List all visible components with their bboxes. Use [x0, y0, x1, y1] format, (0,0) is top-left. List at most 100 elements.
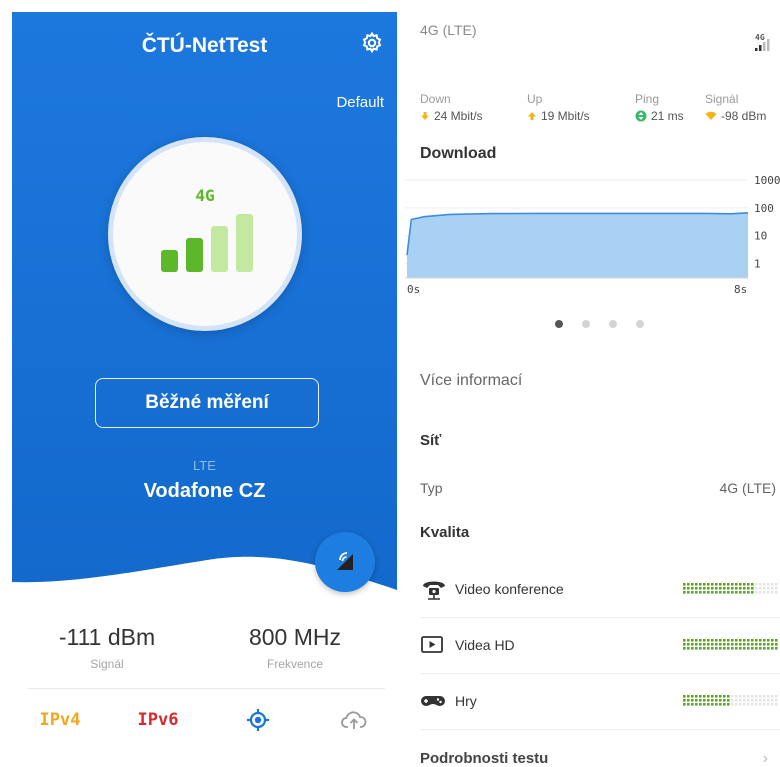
- quality-cell: [703, 643, 706, 646]
- arrow-down-icon: [421, 112, 429, 120]
- quality-cell: [731, 591, 734, 594]
- quality-cell: [755, 583, 758, 586]
- ipv4-tab[interactable]: IPv4: [38, 706, 82, 734]
- metric-down: Down 24 Mbit/s: [420, 92, 483, 123]
- quality-cell: [747, 583, 750, 586]
- signal-bar-3: [211, 226, 228, 272]
- quality-cell: [695, 703, 698, 706]
- quality-cell: [687, 587, 690, 590]
- quality-cell: [771, 643, 774, 646]
- quality-cell: [759, 639, 762, 642]
- operator-name: Vodafone CZ: [143, 480, 266, 502]
- quality-cell: [715, 647, 718, 650]
- quality-cell: [767, 699, 770, 702]
- ping-icon: [635, 110, 647, 122]
- quality-cell: [699, 583, 702, 586]
- pager-dot[interactable]: [609, 320, 617, 328]
- y-tick-label: 10: [754, 230, 767, 243]
- quality-cell: [735, 583, 738, 586]
- quality-cell: [771, 587, 774, 590]
- quality-cell: [751, 647, 754, 650]
- quality-cell: [723, 643, 726, 646]
- quality-cell: [751, 639, 754, 642]
- quality-row-games[interactable]: Hry: [420, 679, 780, 725]
- quality-cell: [731, 643, 734, 646]
- quality-cell: [747, 703, 750, 706]
- gear-icon[interactable]: [360, 31, 384, 55]
- quality-cell: [687, 583, 690, 586]
- signal-label: Signál: [90, 657, 124, 671]
- quality-row-video-hd[interactable]: Videa HD: [420, 623, 780, 669]
- quality-cell: [687, 647, 690, 650]
- quality-cell: [727, 587, 730, 590]
- quality-cell: [763, 639, 766, 642]
- quality-cell: [703, 587, 706, 590]
- quality-cell: [711, 587, 714, 590]
- quality-cell: [687, 695, 690, 698]
- y-tick-label: 1000: [754, 176, 780, 187]
- ipv6-tab[interactable]: IPv6: [134, 706, 182, 734]
- quality-cell: [727, 639, 730, 642]
- profile-label[interactable]: Default: [336, 94, 384, 111]
- quality-cell: [703, 699, 706, 702]
- quality-cell: [723, 699, 726, 702]
- quality-cell: [723, 583, 726, 586]
- quality-cell: [691, 587, 694, 590]
- quality-cell: [767, 695, 770, 698]
- quality-cell: [743, 699, 746, 702]
- location-icon[interactable]: [244, 706, 272, 734]
- quality-cell: [735, 639, 738, 642]
- signal-stat: -111 dBm Signál: [22, 624, 192, 671]
- signal-map-button[interactable]: [315, 532, 375, 592]
- quality-cell: [715, 591, 718, 594]
- quality-cell: [775, 695, 778, 698]
- pager-dot[interactable]: [582, 320, 590, 328]
- metric-ping: Ping 21 ms: [635, 92, 684, 123]
- quality-cell: [759, 703, 762, 706]
- quality-cell: [731, 699, 734, 702]
- quality-cell: [699, 587, 702, 590]
- chevron-right-icon[interactable]: ›: [763, 750, 768, 767]
- start-test-button[interactable]: Běžné měření: [95, 378, 319, 428]
- quality-cell: [707, 703, 710, 706]
- bottom-nav: IPv4 IPv6: [12, 706, 397, 736]
- quality-cell: [775, 643, 778, 646]
- cloud-upload-icon[interactable]: [340, 706, 368, 734]
- quality-cell: [731, 703, 734, 706]
- signal-bars-icon: [161, 208, 261, 272]
- x-tick-label: 8s: [734, 283, 747, 296]
- y-tick-label: 100: [754, 202, 774, 215]
- quality-cell: [695, 699, 698, 702]
- quality-bar: [683, 639, 778, 650]
- quality-row-video-conference[interactable]: Video konference: [420, 567, 780, 613]
- section-network: Síť: [420, 432, 442, 449]
- quality-cell: [747, 695, 750, 698]
- pager-dot[interactable]: [636, 320, 644, 328]
- divider: [420, 729, 780, 730]
- arrow-up-icon: [528, 112, 536, 120]
- quality-cell: [695, 643, 698, 646]
- quality-cell: [727, 643, 730, 646]
- pager-dot[interactable]: [555, 320, 563, 328]
- quality-cell: [719, 587, 722, 590]
- quality-cell: [719, 695, 722, 698]
- y-tick-label: 1: [754, 257, 761, 270]
- quality-cell: [719, 643, 722, 646]
- quality-cell: [763, 647, 766, 650]
- signal-value: -111 dBm: [58, 624, 156, 650]
- quality-cell: [683, 695, 686, 698]
- quality-cell: [699, 647, 702, 650]
- antenna-signal-icon: [337, 552, 353, 570]
- quality-cell: [727, 699, 730, 702]
- quality-cell: [767, 703, 770, 706]
- test-details-link[interactable]: Podrobnosti testu: [420, 750, 548, 767]
- quality-cell: [739, 695, 742, 698]
- quality-cell: [735, 591, 738, 594]
- quality-cell: [707, 639, 710, 642]
- quality-cell: [775, 583, 778, 586]
- quality-cell: [751, 703, 754, 706]
- quality-cell: [723, 647, 726, 650]
- wifi-icon: [705, 111, 717, 120]
- quality-cell: [719, 703, 722, 706]
- quality-cell: [739, 647, 742, 650]
